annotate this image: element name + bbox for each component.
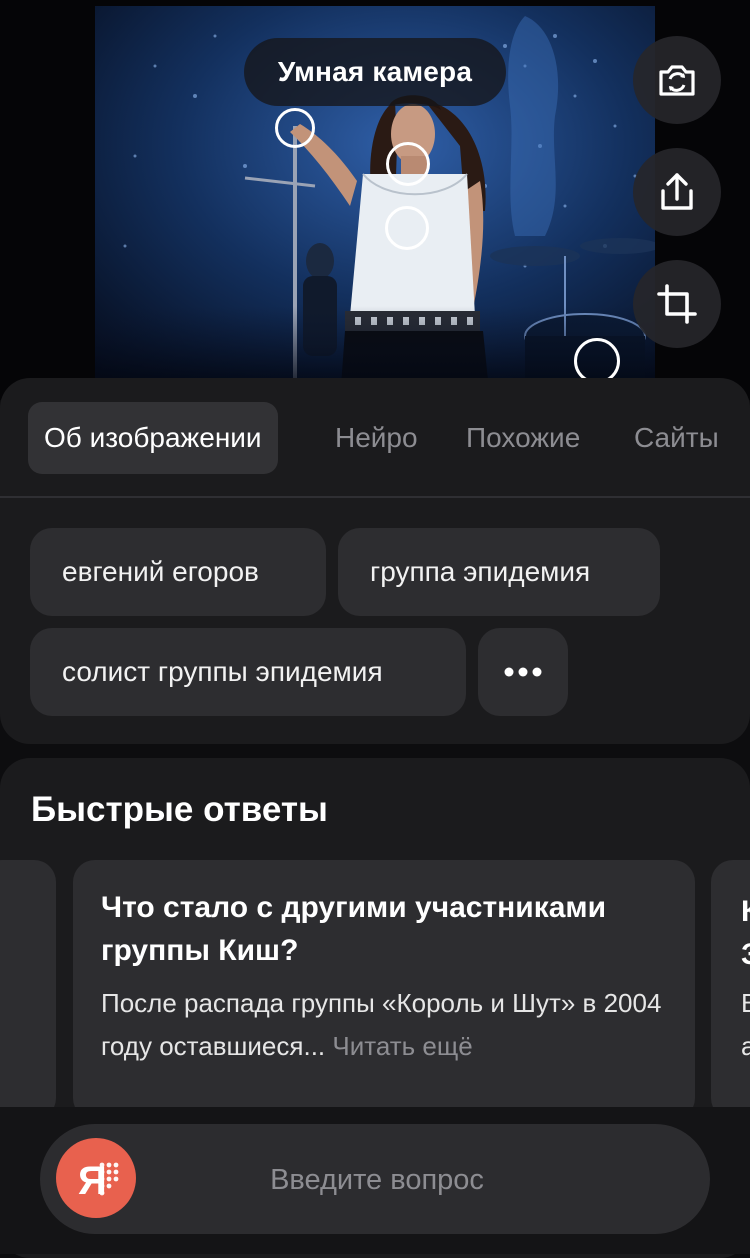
answer-card-next-text: Ва xyxy=(741,982,750,1068)
answer-card-question: Что стало с другими участниками группы К… xyxy=(101,891,607,967)
share-button[interactable] xyxy=(633,148,721,236)
photo-area: Умная камера xyxy=(0,0,750,400)
bottom-bar: Я xyxy=(0,1107,750,1254)
hotspot-necklace[interactable] xyxy=(386,142,430,186)
peek-line: К xyxy=(741,890,750,933)
tab-similar[interactable]: Похожие xyxy=(466,402,580,474)
more-dots-icon xyxy=(504,667,542,677)
tab-sites[interactable]: Сайты xyxy=(634,402,719,474)
crop-button[interactable] xyxy=(633,260,721,348)
more-tags-button[interactable] xyxy=(478,628,568,716)
tag-chip[interactable]: солист группы эпидемия xyxy=(30,628,466,716)
hotspot-tank-top[interactable] xyxy=(385,206,429,250)
tab-about-image[interactable]: Об изображении xyxy=(28,402,278,474)
answer-card-previous[interactable] xyxy=(0,860,56,1120)
alice-logo-icon: Я xyxy=(78,1159,119,1203)
smart-camera-title[interactable]: Умная камера xyxy=(244,38,506,106)
tabs-divider xyxy=(0,496,750,498)
about-panel: Об изображении Нейро Похожие Сайты евген… xyxy=(0,378,750,744)
peek-line: З xyxy=(741,933,750,976)
read-more-link[interactable]: Читать ещё xyxy=(332,1031,472,1061)
tab-neuro[interactable]: Нейро xyxy=(335,402,418,474)
tag-chip[interactable]: группа эпидемия xyxy=(338,528,660,616)
camera-icon xyxy=(659,65,695,96)
peek-line: В xyxy=(741,988,750,1018)
tag-chip[interactable]: евгений егоров xyxy=(30,528,326,616)
tab-bar: Об изображении Нейро Похожие Сайты xyxy=(0,378,750,496)
answer-card-next-question: КЗ xyxy=(741,890,750,976)
ask-input-container[interactable]: Я xyxy=(40,1124,710,1236)
alice-button[interactable]: Я xyxy=(56,1138,136,1218)
camera-button[interactable] xyxy=(633,36,721,124)
peek-line: а xyxy=(741,1031,750,1061)
ask-input[interactable] xyxy=(150,1124,604,1236)
share-icon xyxy=(661,173,693,210)
answer-card[interactable]: Что стало с другими участниками группы К… xyxy=(73,860,695,1120)
answer-card-next[interactable]: КЗ Ва xyxy=(711,860,750,1120)
quick-answers-title: Быстрые ответы xyxy=(31,790,328,829)
answer-card-text: После распада группы «Король и Шут» в 20… xyxy=(101,982,695,1068)
crop-icon xyxy=(657,284,697,324)
hotspot-microphone[interactable] xyxy=(275,108,315,148)
